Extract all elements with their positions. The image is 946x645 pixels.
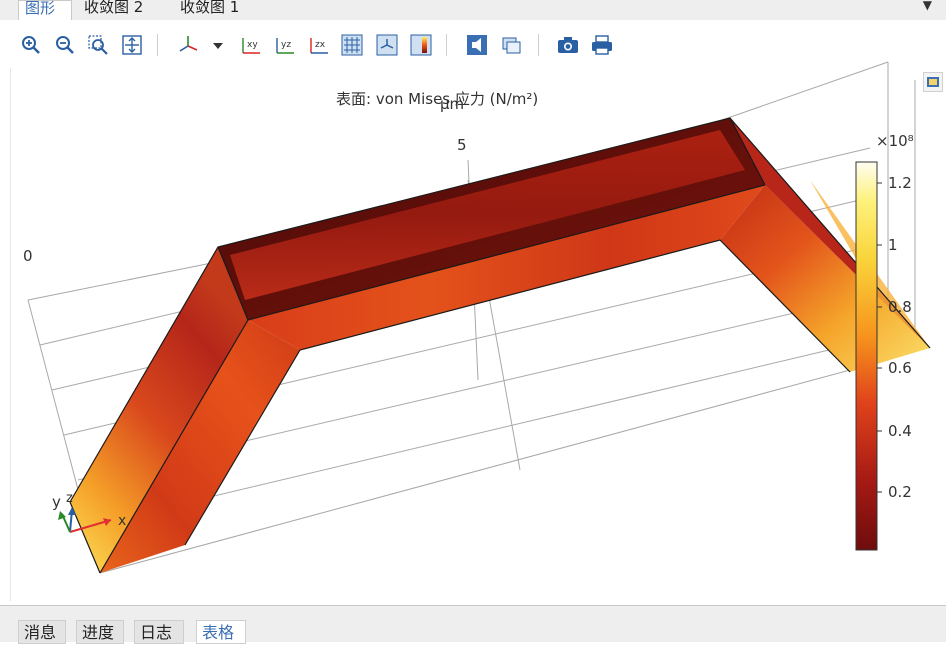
axis-tick-label: 0 (23, 247, 33, 265)
colorbar-tick-label: 0.4 (888, 422, 912, 440)
colorbar (855, 161, 878, 551)
side-panel-toggle-icon[interactable] (923, 72, 943, 92)
tab-messages[interactable]: 消息 (18, 620, 66, 644)
colorbar-exponent: ×10⁸ (876, 132, 914, 150)
tab-log[interactable]: 日志 (134, 620, 184, 644)
colorbar-tick-label: 0.2 (888, 483, 912, 501)
plot-title: 表面: von Mises 应力 (N/m²) (336, 90, 539, 108)
colorbar-tick-label: 0.8 (888, 298, 912, 316)
colorbar-tick-label: 1 (888, 236, 898, 254)
tab-progress[interactable]: 进度 (76, 620, 124, 644)
bottom-tab-bar: 消息 进度 日志 表格 (0, 605, 946, 644)
triad-y-label: y (52, 493, 61, 511)
triad-x-label: x (118, 513, 127, 529)
colorbar-tick-label: 1.2 (888, 174, 912, 192)
triad-z-label: z (66, 491, 73, 506)
axis-unit-label: μm (440, 95, 465, 113)
axis-tick-label: 5 (457, 136, 467, 154)
tab-table[interactable]: 表格 (196, 620, 246, 644)
right-leg-front-face (720, 185, 930, 372)
colorbar-tick-label: 0.6 (888, 359, 912, 377)
